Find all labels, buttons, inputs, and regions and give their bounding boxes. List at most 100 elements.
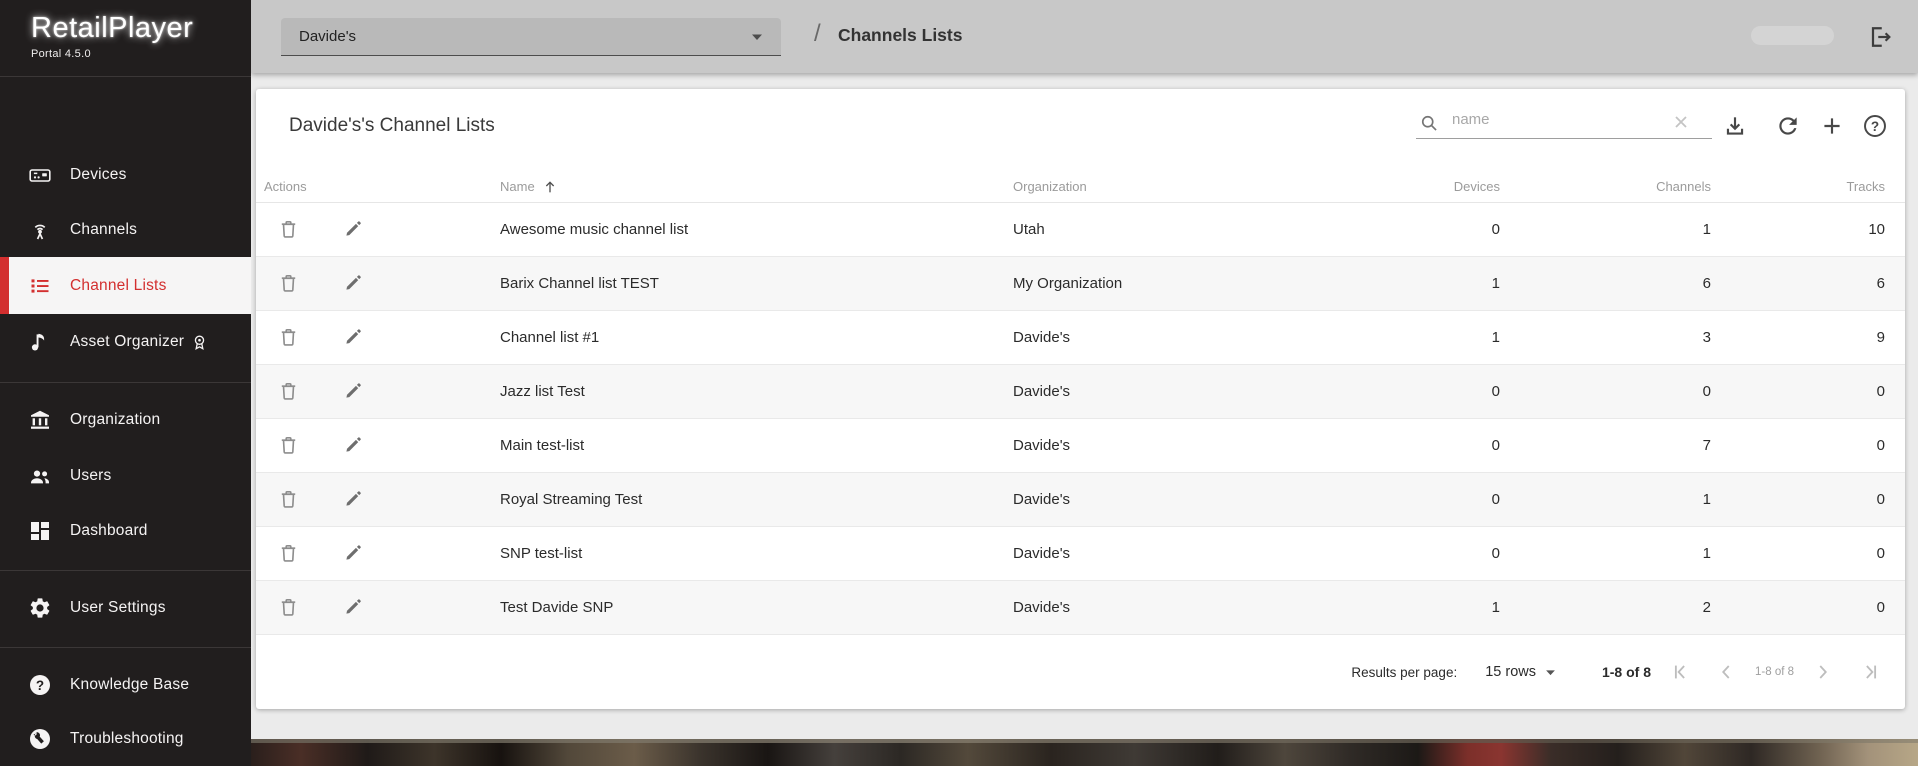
edit-button[interactable] — [341, 596, 365, 620]
bank-icon — [28, 408, 52, 432]
trash-icon — [277, 542, 300, 565]
clear-search-icon[interactable] — [1672, 113, 1690, 131]
page-size-select[interactable]: 15 rows — [1485, 664, 1556, 680]
table-row: Main test-list Davide's 0 7 0 — [256, 419, 1905, 473]
column-header-name[interactable]: Name — [500, 179, 1013, 195]
download-button[interactable] — [1722, 113, 1748, 139]
tracks-cell: 0 — [1711, 437, 1885, 454]
sidebar-item-devices[interactable]: Devices — [0, 147, 251, 203]
delete-button[interactable] — [276, 542, 300, 566]
portal-version: Portal 4.5.0 — [31, 48, 193, 60]
tracks-cell: 6 — [1711, 275, 1885, 292]
help-button[interactable]: ? — [1862, 113, 1888, 139]
topbar: Davide's / Channels Lists — [251, 0, 1918, 73]
channels-cell: 6 — [1500, 275, 1711, 292]
first-page-icon[interactable] — [1669, 661, 1691, 683]
pagination-range: 1-8 of 8 — [1602, 664, 1651, 680]
devices-cell: 0 — [1306, 491, 1500, 508]
table-header: Actions Name Organization Devices Channe… — [256, 171, 1905, 203]
edit-button[interactable] — [341, 218, 365, 242]
search-field — [1416, 105, 1712, 139]
delete-button[interactable] — [276, 380, 300, 404]
background-photo — [251, 739, 1918, 766]
edit-button[interactable] — [341, 434, 365, 458]
delete-button[interactable] — [276, 218, 300, 242]
list-icon — [28, 274, 52, 298]
sidebar-item-label: Dashboard — [70, 522, 148, 540]
add-button[interactable] — [1819, 113, 1845, 139]
trash-icon — [277, 218, 300, 241]
actions-cell — [256, 380, 500, 404]
next-page-icon[interactable] — [1812, 661, 1834, 683]
sidebar-item-knowledge-base[interactable]: ? Knowledge Base — [0, 657, 251, 713]
sidebar-divider — [0, 570, 251, 571]
name-cell: Barix Channel list TEST — [500, 275, 1013, 292]
delete-button[interactable] — [276, 488, 300, 512]
actions-cell — [256, 218, 500, 242]
add-icon — [1819, 113, 1845, 139]
organization-cell: Davide's — [1013, 437, 1306, 454]
sidebar-item-label: Troubleshooting — [70, 730, 184, 748]
devices-cell: 0 — [1306, 221, 1500, 238]
page-title: Davide's's Channel Lists — [289, 115, 495, 137]
wrench-circle-icon — [28, 727, 52, 751]
sidebar-item-user-settings[interactable]: User Settings — [0, 580, 251, 636]
sidebar-item-label: User Settings — [70, 599, 166, 617]
pencil-icon — [343, 596, 364, 617]
edit-button[interactable] — [341, 542, 365, 566]
sidebar-item-organization[interactable]: Organization — [0, 392, 251, 448]
name-cell: Awesome music channel list — [500, 221, 1013, 238]
column-header-organization[interactable]: Organization — [1013, 179, 1306, 194]
sidebar-item-users[interactable]: Users — [0, 448, 251, 504]
sidebar-item-label: Asset Organizer — [70, 333, 184, 351]
sidebar-item-dashboard[interactable]: Dashboard — [0, 503, 251, 559]
logout-button[interactable] — [1866, 23, 1894, 51]
sidebar-item-label: Users — [70, 467, 111, 485]
previous-page-icon[interactable] — [1715, 661, 1737, 683]
delete-button[interactable] — [276, 596, 300, 620]
delete-button[interactable] — [276, 272, 300, 296]
name-cell: Jazz list Test — [500, 383, 1013, 400]
table-row: Royal Streaming Test Davide's 0 1 0 — [256, 473, 1905, 527]
help-circle-icon: ? — [28, 673, 52, 697]
pencil-icon — [343, 434, 364, 455]
sort-ascending-icon — [542, 179, 558, 195]
sidebar-item-label: Channel Lists — [70, 277, 167, 295]
edit-button[interactable] — [341, 326, 365, 350]
organization-select[interactable]: Davide's — [281, 18, 781, 56]
sidebar-divider — [0, 647, 251, 648]
sidebar-item-channel-lists[interactable]: Channel Lists — [0, 257, 251, 314]
edit-button[interactable] — [341, 488, 365, 512]
trash-icon — [277, 326, 300, 349]
dashboard-icon — [28, 519, 52, 543]
delete-button[interactable] — [276, 434, 300, 458]
channels-cell: 1 — [1500, 491, 1711, 508]
pencil-icon — [343, 326, 364, 347]
search-input[interactable] — [1416, 105, 1712, 139]
channels-cell: 2 — [1500, 599, 1711, 616]
devices-cell: 1 — [1306, 329, 1500, 346]
actions-cell — [256, 542, 500, 566]
refresh-button[interactable] — [1775, 113, 1801, 139]
last-page-icon[interactable] — [1860, 661, 1882, 683]
sidebar-item-label: Channels — [70, 221, 137, 239]
edit-button[interactable] — [341, 272, 365, 296]
devices-cell: 0 — [1306, 383, 1500, 400]
pencil-icon — [343, 272, 364, 293]
channel-lists-panel: Davide's's Channel Lists ? Actions Name … — [256, 89, 1905, 709]
actions-cell — [256, 272, 500, 296]
column-header-devices[interactable]: Devices — [1306, 179, 1500, 194]
delete-button[interactable] — [276, 326, 300, 350]
table-body: Awesome music channel list Utah 0 1 10 B… — [256, 203, 1905, 635]
gear-icon — [28, 596, 52, 620]
sidebar-item-troubleshooting[interactable]: Troubleshooting — [0, 712, 251, 766]
sidebar-item-asset-organizer[interactable]: Asset Organizer — [0, 314, 251, 370]
edit-button[interactable] — [341, 380, 365, 404]
sidebar-item-channels[interactable]: Channels — [0, 202, 251, 258]
devices-cell: 1 — [1306, 599, 1500, 616]
organization-cell: Davide's — [1013, 383, 1306, 400]
devices-cell: 1 — [1306, 275, 1500, 292]
name-cell: Main test-list — [500, 437, 1013, 454]
column-header-channels[interactable]: Channels — [1500, 179, 1711, 194]
column-header-tracks[interactable]: Tracks — [1711, 179, 1885, 194]
